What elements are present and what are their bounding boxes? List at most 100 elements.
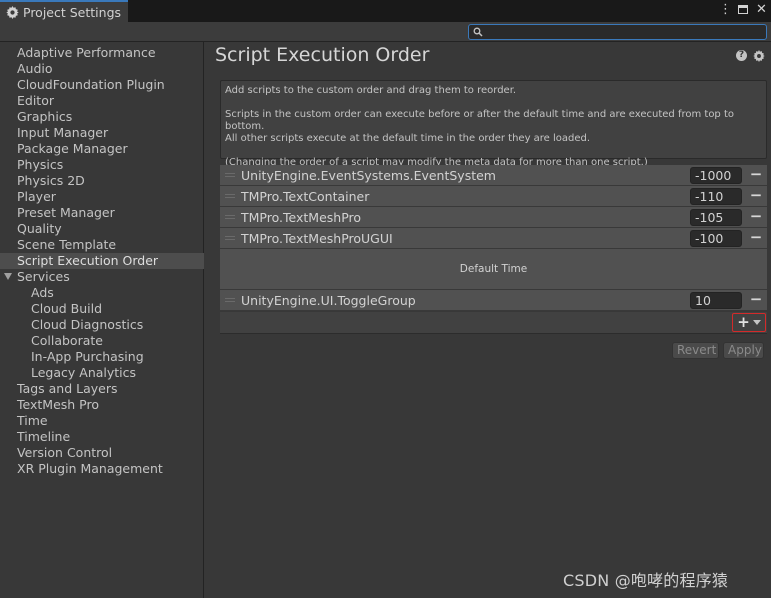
sidebar-item-preset-manager[interactable]: Preset Manager (0, 205, 204, 221)
sidebar-item-label: Player (17, 189, 56, 204)
sidebar-item-label: Version Control (17, 445, 113, 460)
script-name: UnityEngine.EventSystems.EventSystem (241, 168, 496, 183)
drag-handle-icon[interactable] (225, 194, 235, 198)
close-icon[interactable]: ✕ (756, 2, 767, 17)
sidebar-item-package-manager[interactable]: Package Manager (0, 141, 204, 157)
sidebar-item-time[interactable]: Time (0, 413, 204, 429)
sidebar-item-label: Physics 2D (17, 173, 85, 188)
sidebar-item-quality[interactable]: Quality (0, 221, 204, 237)
sidebar-item-editor[interactable]: Editor (0, 93, 204, 109)
sidebar-item-label: Quality (17, 221, 62, 236)
more-vertical-icon[interactable]: ⋮ (719, 2, 732, 17)
script-row[interactable]: TMPro.TextMeshProUGUI − (220, 228, 767, 249)
remove-script-button[interactable]: − (749, 291, 763, 309)
script-name: TMPro.TextMeshPro (241, 210, 362, 225)
default-time-row: Default Time (220, 249, 767, 290)
gear-icon (6, 5, 19, 19)
sidebar-item-physics[interactable]: Physics (0, 157, 204, 173)
sidebar-item-label: Audio (17, 61, 53, 76)
sidebar-item-label: Scene Template (17, 237, 117, 252)
title-bar: Project Settings ⋮ ✕ (0, 0, 771, 22)
default-time-label: Default Time (459, 263, 528, 275)
execution-order-field[interactable] (690, 167, 742, 184)
help-icon[interactable]: ? (736, 50, 747, 61)
watermark: CSDN @咆哮的程序猿 (563, 571, 729, 590)
sidebar-item-label: Package Manager (17, 141, 128, 156)
execution-order-field[interactable] (690, 209, 742, 226)
sidebar-item-version-control[interactable]: Version Control (0, 445, 204, 461)
sidebar-item-ads[interactable]: Ads (0, 285, 204, 301)
sidebar-item-timeline[interactable]: Timeline (0, 429, 204, 445)
help-text-line: Scripts in the custom order can execute … (225, 109, 734, 132)
revert-button[interactable]: Revert (672, 342, 719, 359)
search-box[interactable] (468, 24, 767, 40)
sidebar-item-physics-2d[interactable]: Physics 2D (0, 173, 204, 189)
script-row[interactable]: TMPro.TextContainer − (220, 186, 767, 207)
script-row[interactable]: UnityEngine.UI.ToggleGroup − (220, 290, 767, 311)
sidebar-item-label: Editor (17, 93, 54, 108)
tab-project-settings[interactable]: Project Settings (0, 0, 128, 22)
sidebar-item-player[interactable]: Player (0, 189, 204, 205)
apply-button[interactable]: Apply (723, 342, 764, 359)
drag-handle-icon[interactable] (225, 298, 235, 302)
settings-nav: Adaptive Performance Audio CloudFoundation… (0, 45, 204, 477)
drag-handle-icon[interactable] (225, 173, 235, 177)
sidebar-item-legacy-analytics[interactable]: Legacy Analytics (0, 365, 204, 381)
remove-script-button[interactable]: − (749, 229, 763, 247)
sidebar-item-label: Timeline (17, 429, 71, 444)
sidebar-item-input-manager[interactable]: Input Manager (0, 125, 204, 141)
drag-handle-icon[interactable] (225, 215, 235, 219)
script-row[interactable]: UnityEngine.EventSystems.EventSystem − (220, 165, 767, 186)
list-footer: + (220, 312, 767, 334)
sidebar-item-scene-template[interactable]: Scene Template (0, 237, 204, 253)
add-script-button[interactable]: + (732, 313, 766, 332)
sidebar-item-label: Services (17, 269, 70, 284)
sidebar: Adaptive Performance Audio CloudFoundation… (0, 42, 204, 598)
sidebar-item-label: Physics (17, 157, 64, 172)
script-name: TMPro.TextMeshProUGUI (241, 231, 393, 246)
sidebar-item-audio[interactable]: Audio (0, 61, 204, 77)
script-name: TMPro.TextContainer (241, 189, 370, 204)
sidebar-item-xr-plugin-management[interactable]: XR Plugin Management (0, 461, 204, 477)
sidebar-item-tags-and-layers[interactable]: Tags and Layers (0, 381, 204, 397)
foldout-arrow-icon[interactable] (4, 273, 12, 280)
sidebar-item-cloud-diagnostics[interactable]: Cloud Diagnostics (0, 317, 204, 333)
sidebar-item-label: Legacy Analytics (31, 365, 137, 380)
sidebar-item-label: Collaborate (31, 333, 103, 348)
sidebar-item-graphics[interactable]: Graphics (0, 109, 204, 125)
maximize-icon[interactable] (738, 5, 748, 14)
execution-order-field[interactable] (690, 292, 742, 309)
sidebar-item-cloud-build[interactable]: Cloud Build (0, 301, 204, 317)
settings-gear-icon[interactable] (753, 50, 765, 62)
search-icon (473, 27, 483, 37)
help-text-line: All other scripts execute at the default… (225, 133, 591, 144)
dropdown-caret-icon (752, 320, 761, 325)
window-controls: ⋮ ✕ (719, 2, 767, 17)
header-icons: ? (736, 50, 765, 62)
sidebar-item-services[interactable]: Services (0, 269, 204, 285)
sidebar-item-collaborate[interactable]: Collaborate (0, 333, 204, 349)
drag-handle-icon[interactable] (225, 236, 235, 240)
sidebar-item-label: Input Manager (17, 125, 109, 140)
execution-order-field[interactable] (690, 230, 742, 247)
plus-icon: + (737, 313, 750, 331)
action-buttons: Revert Apply (672, 342, 764, 359)
sidebar-item-textmesh-pro[interactable]: TextMesh Pro (0, 397, 204, 413)
remove-script-button[interactable]: − (749, 187, 763, 205)
sidebar-item-label: Preset Manager (17, 205, 115, 220)
remove-script-button[interactable]: − (749, 166, 763, 184)
sidebar-item-cloudfoundation-plugin[interactable]: CloudFoundation Plugin (0, 77, 204, 93)
sidebar-item-label: Graphics (17, 109, 73, 124)
sidebar-item-in-app-purchasing[interactable]: In-App Purchasing (0, 349, 204, 365)
search-input[interactable] (485, 25, 763, 39)
help-box: Add scripts to the custom order and drag… (220, 80, 767, 168)
execution-order-field[interactable] (690, 188, 742, 205)
sidebar-item-script-execution-order[interactable]: Script Execution Order (0, 253, 204, 269)
page-title: Script Execution Order (215, 44, 430, 66)
sidebar-item-adaptive-performance[interactable]: Adaptive Performance (0, 45, 204, 61)
remove-script-button[interactable]: − (749, 208, 763, 226)
sidebar-item-label: Script Execution Order (17, 253, 159, 268)
sidebar-item-label: Time (17, 413, 48, 428)
sidebar-item-label: In-App Purchasing (31, 349, 144, 364)
script-row[interactable]: TMPro.TextMeshPro − (220, 207, 767, 228)
